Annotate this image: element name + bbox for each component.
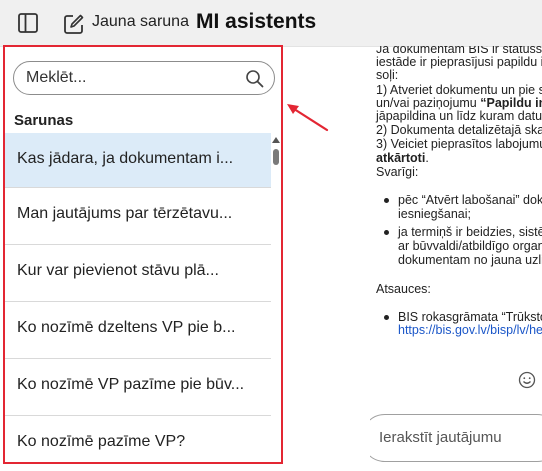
answer-text: 2) Dokumenta detalizētajā skat [376,123,542,137]
scroll-thumb[interactable] [273,149,279,165]
answer-text: iestāde ir pieprasījusi papildu in [376,55,542,69]
question-input-box[interactable] [370,414,542,462]
answer-text: ar būvvaldi/atbildīgo organi [398,239,542,253]
answer-text: iesniegšanai; [398,207,471,221]
search-input[interactable] [26,69,236,87]
question-input[interactable] [379,429,542,446]
answer-text: atkārtoti. [376,151,429,165]
answer-text: 3) Veiciet pieprasītos labojumu [376,137,542,151]
conversation-item[interactable]: Ko nozīmē VP pazīme pie būv... [5,359,271,416]
new-chat-button[interactable]: Jauna saruna [92,13,189,31]
answer-text: 1) Atveriet dokumentu un pie st [376,83,542,97]
bullet-icon [384,315,389,320]
sidebar-toggle-icon[interactable] [17,12,39,34]
new-chat-icon[interactable] [63,13,85,35]
sidebar-scrollbar[interactable] [271,133,281,462]
conversation-item[interactable]: Man jautājums par tērzētavu... [5,188,271,245]
section-label-conversations: Sarunas [14,112,74,129]
bullet-icon [384,198,389,203]
search-icon[interactable] [245,69,264,88]
conversation-item[interactable]: Kur var pievienot stāvu plā... [5,245,271,302]
answer-text: ja termiņš ir beidzies, sistēr [398,225,542,239]
answer-text: dokumentam no jauna uzlie [398,253,542,267]
bullet-icon [384,230,389,235]
answer-text: soļi: [376,68,399,82]
search-box[interactable] [13,61,275,95]
answer-text: un/vai paziņojumu “Papildu in [376,96,542,110]
answer-text: Svarīgi: [376,165,419,179]
answer-text: pēc “Atvērt labošanai” doku [398,193,542,207]
app-title: MI asistents [196,10,317,33]
conversation-item[interactable]: Ko nozīmē dzeltens VP pie b... [5,302,271,359]
scroll-up-arrow-icon[interactable] [272,137,280,143]
conversation-item[interactable]: Kas jādara, ja dokumentam i... [5,133,271,188]
conversation-sidebar: Sarunas Kas jādara, ja dokumentam i... M… [3,45,283,464]
annotation-arrow-icon [287,104,329,132]
conversation-list: Kas jādara, ja dokumentam i... Man jautā… [5,133,271,462]
answer-text: Atsauces: [376,282,431,296]
conversation-item[interactable]: Ko nozīmē pazīme VP? [5,416,271,462]
reference-text: BIS rokasgrāmata “Trūksto [398,310,542,324]
answer-text: jāpapildina un līdz kuram datum [376,109,542,123]
reference-link[interactable]: https://bis.gov.lv/bisp/lv/help [398,323,542,337]
top-bar: Jauna saruna MI asistents [0,0,542,47]
answer-panel: Ja dokumentam BIS ir statuss iestāde ir … [370,46,542,471]
smiley-icon[interactable] [518,371,536,389]
